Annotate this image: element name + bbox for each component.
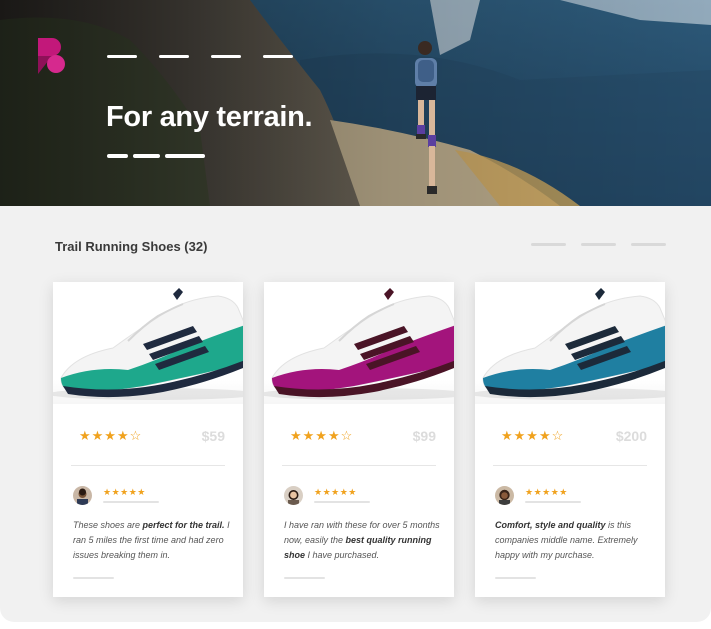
shoe-image (264, 288, 454, 400)
hero-nav-item[interactable] (211, 55, 241, 58)
placeholder-line (133, 154, 160, 158)
hero-subtitle-placeholder (107, 154, 205, 158)
placeholder-line (165, 154, 205, 158)
review-stars: ★★★★★ (103, 487, 146, 497)
divider (71, 465, 225, 466)
review-text-part: I have purchased. (305, 550, 380, 560)
review-text: These shoes are perfect for the trail. I… (73, 518, 233, 563)
hero-banner: For any terrain. (0, 0, 711, 206)
review-highlight: perfect for the trail. (142, 520, 225, 530)
review-text-part: These shoes are (73, 520, 143, 530)
review-text: Comfort, style and quality is this compa… (495, 518, 655, 563)
reviewer-avatar (284, 486, 303, 505)
rating-stars: ★★★★☆ (79, 428, 143, 443)
rating-stars: ★★★★☆ (501, 428, 565, 443)
reviewer-name-placeholder (314, 501, 370, 503)
section-title: Trail Running Shoes (32) (55, 239, 208, 254)
product-image (475, 282, 665, 404)
reviewer-avatar (73, 486, 92, 505)
review-text: I have ran with these for over 5 months … (284, 518, 444, 563)
placeholder-line (107, 154, 128, 158)
reviewer-name-placeholder (103, 501, 159, 503)
section-nav-item[interactable] (631, 243, 666, 246)
review-stars: ★★★★★ (314, 487, 357, 497)
review-stars: ★★★★★ (525, 487, 568, 497)
reviewer-name-placeholder (525, 501, 581, 503)
hero-nav-item[interactable] (263, 55, 293, 58)
product-image (53, 282, 243, 404)
price: $99 (412, 428, 436, 444)
price: $59 (201, 428, 225, 444)
divider (493, 465, 647, 466)
hero-nav-item[interactable] (107, 55, 137, 58)
brand-logo[interactable] (38, 38, 68, 74)
footer-placeholder (495, 577, 536, 579)
section-nav-item[interactable] (531, 243, 566, 246)
product-card[interactable]: ★★★★☆ $99 ★★★★★ I have ran with these fo… (264, 282, 454, 597)
hero-nav (107, 55, 293, 58)
shoe-image (475, 288, 665, 400)
footer-placeholder (284, 577, 325, 579)
rating-stars: ★★★★☆ (290, 428, 354, 443)
section-nav-item[interactable] (581, 243, 616, 246)
product-card[interactable]: ★★★★☆ $59 ★★★★★ These shoes are perfect … (53, 282, 243, 597)
footer-placeholder (73, 577, 114, 579)
hero-nav-item[interactable] (159, 55, 189, 58)
price: $200 (615, 428, 647, 444)
landing-page: For any terrain. Trail Running Shoes (32… (0, 0, 711, 629)
section-nav (531, 243, 666, 246)
reviewer-avatar (495, 486, 514, 505)
review-highlight: Comfort, style and quality (495, 520, 606, 530)
product-image (264, 282, 454, 404)
product-catalog: Trail Running Shoes (32) ★★★★☆ $59 ★★★★★… (0, 206, 711, 622)
product-card[interactable]: ★★★★☆ $200 ★★★★★ Comfort, style and qual… (475, 282, 665, 597)
hero-title: For any terrain. (106, 101, 313, 133)
divider (282, 465, 436, 466)
shoe-image (53, 288, 243, 400)
